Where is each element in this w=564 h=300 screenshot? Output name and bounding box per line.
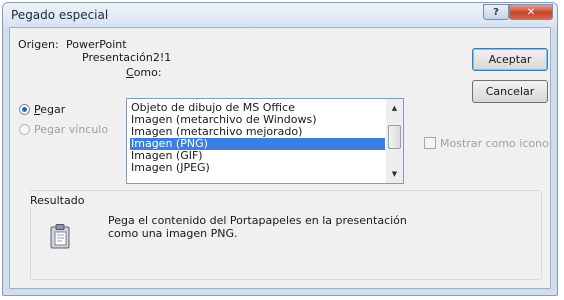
result-description-line2: como una imagen PNG.: [108, 227, 238, 240]
paste-radio[interactable]: [19, 104, 30, 115]
result-label: Resultado: [28, 194, 87, 207]
scroll-down-icon[interactable]: ▼: [386, 167, 403, 181]
source-app: PowerPoint: [66, 38, 127, 51]
close-button[interactable]: ✕: [509, 4, 553, 20]
dialog-body: Origen: PowerPoint Presentación2!1 Como:…: [9, 27, 551, 289]
help-button[interactable]: ?: [483, 4, 509, 20]
clipboard-icon: [50, 223, 70, 252]
close-icon: ✕: [526, 6, 536, 18]
scroll-up-icon[interactable]: ▲: [386, 101, 403, 115]
title-bar: Pegado especial ? ✕: [3, 3, 557, 27]
scroll-thumb[interactable]: [388, 125, 401, 149]
result-description-line1: Pega el contenido del Portapapeles en la…: [108, 214, 407, 227]
paste-link-radio[interactable]: [19, 124, 30, 135]
help-icon: ?: [493, 6, 499, 18]
show-as-icon-checkbox[interactable]: [424, 137, 436, 149]
paste-special-dialog: Pegado especial ? ✕ Origen: PowerPoint P…: [2, 2, 558, 296]
as-listbox[interactable]: Objeto de dibujo de MS Office Imagen (me…: [126, 98, 404, 184]
source-label: Origen:: [18, 38, 59, 51]
list-item[interactable]: Imagen (JPEG): [130, 162, 385, 174]
dialog-title: Pegado especial: [11, 8, 109, 22]
as-label: Como:: [126, 66, 162, 79]
paste-link-option-label[interactable]: Pegar vínculo: [34, 123, 108, 136]
ok-button[interactable]: Aceptar: [472, 48, 548, 71]
result-group: [30, 190, 542, 280]
source-document: Presentación2!1: [82, 51, 172, 64]
list-scrollbar[interactable]: ▲ ▼: [386, 99, 403, 183]
show-as-icon-label[interactable]: Mostrar como icono: [440, 137, 549, 150]
paste-option-label[interactable]: Pegar: [34, 103, 65, 116]
cancel-button[interactable]: Cancelar: [472, 80, 548, 103]
